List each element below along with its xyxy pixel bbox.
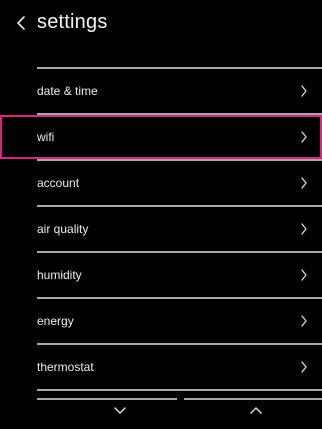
scroll-up-button[interactable] [236, 404, 276, 426]
page-title: settings [37, 11, 108, 33]
divider [37, 389, 322, 391]
chevron-right-icon [300, 314, 308, 328]
menu-item-label: humidity [37, 268, 82, 282]
chevron-up-icon [250, 407, 262, 414]
scroll-controls [0, 398, 322, 429]
chevron-right-icon [300, 176, 308, 190]
scroll-down-button[interactable] [100, 404, 140, 426]
menu-item-label: date & time [37, 84, 98, 98]
back-button[interactable] [14, 12, 28, 34]
menu-item-date-time[interactable]: date & time [0, 69, 322, 113]
chevron-right-icon [300, 360, 308, 374]
chevron-right-icon [300, 222, 308, 236]
menu-item-wifi[interactable]: wifi [0, 115, 322, 159]
menu-item-label: air quality [37, 222, 89, 236]
header: settings [0, 0, 322, 46]
divider [37, 398, 177, 400]
divider [184, 398, 322, 400]
settings-screen: settings date & time wifi account air qu… [0, 0, 322, 429]
menu-item-humidity[interactable]: humidity [0, 253, 322, 297]
chevron-right-icon [300, 130, 308, 144]
menu-item-account[interactable]: account [0, 161, 322, 205]
menu-item-energy[interactable]: energy [0, 299, 322, 343]
chevron-left-icon [17, 16, 25, 30]
menu-item-air-quality[interactable]: air quality [0, 207, 322, 251]
chevron-down-icon [114, 407, 126, 414]
menu-item-thermostat[interactable]: thermostat [0, 345, 322, 389]
menu-item-label: account [37, 176, 80, 190]
menu-item-label: thermostat [37, 360, 94, 374]
menu-item-label: energy [37, 314, 74, 328]
menu-item-label: wifi [37, 130, 55, 144]
chevron-right-icon [300, 268, 308, 282]
chevron-right-icon [300, 84, 308, 98]
